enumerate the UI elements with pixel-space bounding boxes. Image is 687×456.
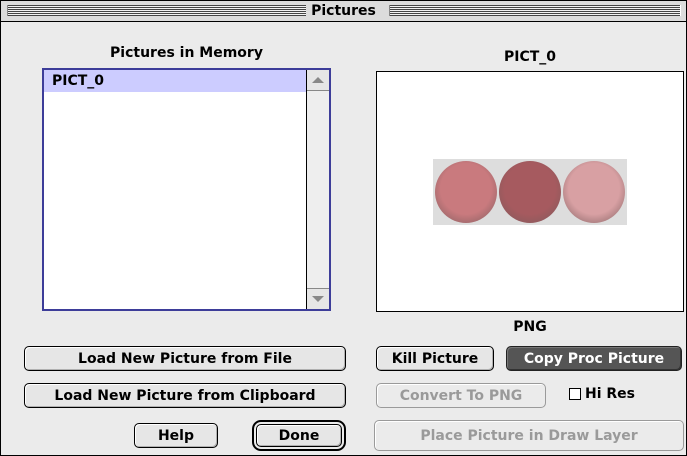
- kill-picture-button[interactable]: Kill Picture: [376, 346, 494, 371]
- hi-res-label: Hi Res: [585, 386, 635, 402]
- image-swatch-circle: [499, 161, 561, 223]
- scroll-up-arrow-icon[interactable]: [307, 70, 329, 91]
- convert-to-png-button[interactable]: Convert To PNG: [376, 383, 546, 408]
- picture-image: [433, 159, 627, 225]
- copy-proc-picture-button[interactable]: Copy Proc Picture: [506, 346, 682, 371]
- help-button[interactable]: Help: [134, 423, 218, 448]
- done-button[interactable]: Done: [252, 420, 346, 451]
- image-swatch-circle: [563, 161, 625, 223]
- scroll-down-arrow-icon[interactable]: [307, 288, 329, 309]
- place-in-draw-layer-button[interactable]: Place Picture in Draw Layer: [374, 420, 684, 451]
- load-from-clipboard-button[interactable]: Load New Picture from Clipboard: [24, 383, 346, 408]
- list-item[interactable]: PICT_0: [44, 70, 306, 92]
- pictures-list[interactable]: PICT_0: [42, 68, 331, 311]
- pictures-in-memory-heading: Pictures in Memory: [110, 45, 263, 61]
- window-title: Pictures: [306, 3, 381, 19]
- pictures-list-content: PICT_0: [44, 70, 307, 309]
- picture-preview: [376, 71, 684, 312]
- title-bar[interactable]: Pictures: [1, 1, 686, 22]
- preview-picture-name: PICT_0: [503, 49, 557, 65]
- hi-res-option[interactable]: Hi Res: [569, 386, 635, 402]
- pictures-dialog: Pictures Pictures in Memory PICT_0 PICT_…: [0, 0, 687, 456]
- load-from-file-button[interactable]: Load New Picture from File: [24, 346, 346, 371]
- list-scrollbar[interactable]: [307, 70, 329, 309]
- picture-format-label: PNG: [513, 319, 547, 335]
- image-swatch-circle: [435, 161, 497, 223]
- hi-res-checkbox[interactable]: [569, 388, 581, 400]
